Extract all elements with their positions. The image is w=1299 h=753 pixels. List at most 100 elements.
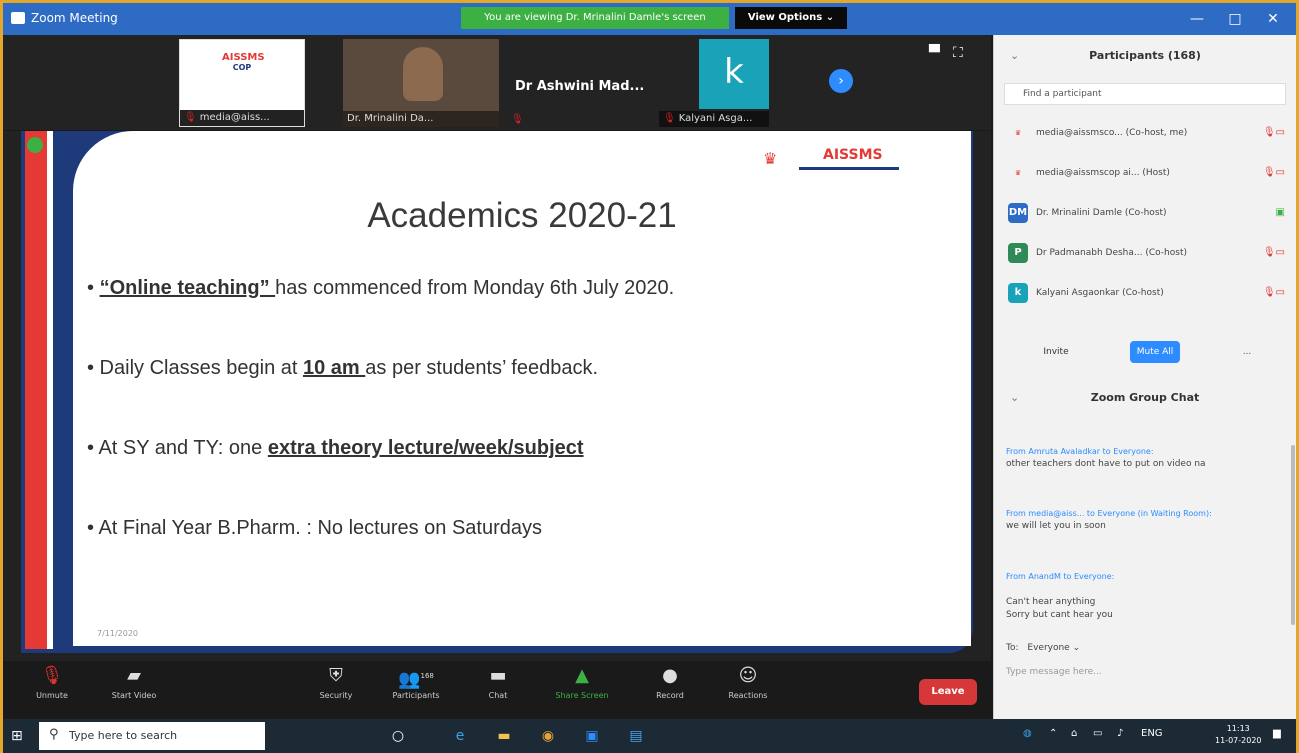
chat-input[interactable]: Type message here... (1006, 667, 1102, 677)
invite-button[interactable]: Invite (1034, 341, 1078, 363)
bullet-3: • At SY and TY: one extra theory lecture… (87, 437, 584, 459)
zoom-window: Zoom Meeting You are viewing Dr. Mrinali… (0, 0, 1299, 753)
fullscreen-icon[interactable]: ⛶ (953, 45, 963, 61)
share-status-icon (27, 137, 43, 153)
record-icon: ● (662, 665, 678, 686)
emblem-icon: ♛ (763, 149, 778, 168)
title-bar: Zoom Meeting You are viewing Dr. Mrinali… (3, 3, 1296, 35)
leave-button[interactable]: Leave (919, 679, 977, 705)
tray-app-icon[interactable]: ◍ (1023, 728, 1032, 739)
muted-mic-icon: 🎙 (40, 665, 64, 686)
more-button[interactable]: ... (1234, 341, 1260, 363)
tile-name: Kalyani Asga... (678, 113, 753, 124)
participant-search-input[interactable]: Find a participant (1004, 83, 1286, 105)
video-tile-kalyani[interactable]: k 🎙 Kalyani Asga... (659, 39, 769, 127)
muted-mic-icon: 🎙 (184, 112, 197, 123)
slide-logo: ♛ AISSMS (763, 147, 903, 177)
tray-expand-icon[interactable]: ⌃ (1049, 728, 1057, 739)
video-tile-mrinalini[interactable]: Dr. Mrinalini Da... (343, 39, 499, 127)
avatar: ♛ (1014, 169, 1022, 177)
avatar: k (699, 39, 769, 109)
participants-button[interactable]: 👥168 Participants (381, 665, 451, 700)
tile-name: Dr. Mrinalini Da... (347, 113, 434, 124)
video-off-icon: ▰ (127, 665, 141, 686)
muted-mic-icon: 🎙 (663, 113, 676, 124)
chat-scrollbar[interactable] (1291, 445, 1295, 625)
video-strip: AISSMS COP 🎙 media@aiss... Dr. Mrinalini … (3, 35, 991, 130)
close-button[interactable]: ✕ (1255, 8, 1291, 30)
meeting-toolbar: 🎙 Unmute ▰ Start Video ⛨ Security 👥168 Parti… (3, 661, 991, 719)
search-icon: ⚲ (49, 727, 59, 742)
chat-recipient[interactable]: To: Everyone ⌄ (1006, 643, 1080, 653)
participant-video (403, 47, 443, 101)
mute-all-button[interactable]: Mute All (1130, 341, 1180, 363)
view-options-button[interactable]: View Options ⌄ (735, 7, 847, 29)
slide-white-stripe (47, 131, 53, 649)
participant-row[interactable]: ♛ media@aissmscop ai... (Host) 🎙▭ (1004, 159, 1289, 189)
chat-message: From AnandM to Everyone: Can't hear anyt… (1006, 572, 1115, 620)
windows-taskbar: ⊞ Type here to search ⚲ ○ e ▬ ◉ ▣ ▤ ◍ ⌃ … (3, 719, 1296, 753)
chat-title: Zoom Group Chat (1090, 391, 1200, 404)
window-title: Zoom Meeting (31, 11, 118, 25)
share-screen-button[interactable]: ▲ Share Screen (547, 665, 617, 700)
side-panel: ⌄ Participants (168) ⚲ Find a participan… (993, 35, 1296, 719)
avatar: k (1008, 283, 1028, 303)
participant-row[interactable]: DM Dr. Mrinalini Damle (Co-host) ▣ (1004, 199, 1289, 229)
zoom-app-icon (11, 12, 25, 24)
edge-icon[interactable]: e (449, 725, 471, 747)
muted-status-icon: 🎙▭ (1262, 287, 1285, 298)
participants-icon: 👥168 (398, 669, 434, 690)
chat-button[interactable]: ▬ Chat (463, 665, 533, 700)
layout-icon[interactable]: ▀ (929, 45, 940, 61)
participants-title: Participants (168) (1089, 49, 1201, 62)
muted-status-icon: 🎙▭ (1262, 127, 1285, 138)
smiley-icon: ☺ (738, 665, 758, 686)
maximize-button[interactable]: □ (1217, 8, 1253, 30)
notification-icon[interactable]: ▆ (1273, 728, 1281, 739)
chat-message: From Amruta Avaladkar to Everyone: other… (1006, 447, 1206, 469)
minimize-button[interactable]: — (1179, 8, 1215, 30)
windows-start-icon[interactable]: ⊞ (11, 728, 23, 744)
muted-status-icon: 🎙▭ (1262, 247, 1285, 258)
taskbar-search-input[interactable]: Type here to search (39, 722, 265, 750)
avatar: ♛ (1014, 129, 1022, 137)
volume-icon[interactable]: ♪ (1117, 728, 1123, 739)
zoom-taskbar-icon[interactable]: ▣ (581, 725, 603, 747)
clock[interactable]: 11:13 11-07-2020 (1215, 723, 1262, 747)
slide-red-stripe (25, 131, 47, 649)
file-explorer-icon[interactable]: ▬ (493, 725, 515, 747)
chat-icon: ▬ (489, 665, 507, 686)
chrome-icon[interactable]: ◉ (537, 725, 559, 747)
participant-row[interactable]: k Kalyani Asgaonkar (Co-host) 🎙▭ (1004, 279, 1289, 309)
bullet-4: • At Final Year B.Pharm. : No lectures o… (87, 517, 543, 539)
tile-name: Dr Ashwini Mad... (515, 79, 645, 94)
record-button[interactable]: ● Record (635, 665, 705, 700)
participant-row[interactable]: ♛ media@aissmsco... (Co-host, me) 🎙▭ (1004, 119, 1289, 149)
avatar: P (1008, 243, 1028, 263)
video-tile-media[interactable]: AISSMS COP 🎙 media@aiss... (179, 39, 305, 127)
app-taskbar-icon[interactable]: ▤ (625, 725, 647, 747)
slide-date: 7/11/2020 (97, 629, 139, 638)
cortana-icon[interactable]: ○ (387, 725, 409, 747)
start-video-button[interactable]: ▰ Start Video (99, 665, 169, 700)
bullet-1: • “Online teaching” has commenced from M… (87, 277, 675, 299)
participant-row[interactable]: P Dr Padmanabh Desha... (Co-host) 🎙▭ (1004, 239, 1289, 269)
shield-icon: ⛨ (329, 665, 343, 686)
screen-share-banner: You are viewing Dr. Mrinalini Damle's sc… (461, 7, 729, 29)
slide-title: Academics 2020-21 (367, 196, 677, 235)
language-indicator[interactable]: ENG (1141, 728, 1163, 739)
battery-icon[interactable]: ▭ (1093, 728, 1102, 739)
unmute-button[interactable]: 🎙 Unmute (17, 665, 87, 700)
reactions-button[interactable]: ☺ Reactions (713, 665, 783, 700)
aissms-logo: AISSMS COP (222, 52, 265, 72)
muted-status-icon: 🎙▭ (1262, 167, 1285, 178)
share-screen-icon: ▲ (575, 665, 589, 686)
tile-name: media@aiss... (199, 112, 270, 123)
security-button[interactable]: ⛨ Security (301, 665, 371, 700)
network-icon[interactable]: ⌂ (1071, 728, 1077, 739)
bullet-2: • Daily Classes begin at 10 am as per st… (87, 357, 598, 379)
muted-mic-icon: 🎙 (511, 114, 524, 125)
sharing-status-icon: ▣ (1275, 207, 1285, 218)
slide-content: ♛ AISSMS Academics 2020-21 • “Online tea… (73, 131, 971, 646)
next-page-icon[interactable]: › (829, 69, 853, 93)
